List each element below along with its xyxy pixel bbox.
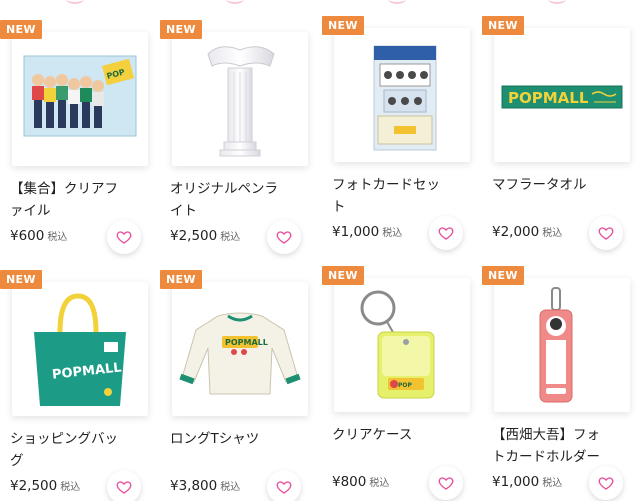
- tax-label: 税込: [369, 478, 390, 489]
- product-price: ¥3,800 税込: [170, 478, 240, 494]
- tax-label: 税込: [60, 482, 81, 493]
- heart-icon: [438, 477, 454, 490]
- new-badge: NEW: [482, 266, 524, 285]
- heart-icon: [598, 477, 614, 490]
- new-badge: NEW: [160, 270, 202, 289]
- product-name[interactable]: フォトカードセット: [332, 174, 450, 218]
- tax-label: 税込: [542, 478, 563, 489]
- favorite-button[interactable]: [267, 470, 301, 501]
- svg-text:POPMALL: POPMALL: [225, 338, 268, 347]
- price-value: ¥2,500: [170, 228, 218, 244]
- heart-icon: [116, 481, 132, 494]
- product-price: ¥2,500 税込: [10, 478, 80, 494]
- long-tshirt-image: POPMALL: [179, 312, 301, 395]
- product-price: ¥1,000 税込: [492, 474, 562, 490]
- product-name[interactable]: 【西畑大吾】フォトカードホルダー: [492, 424, 610, 468]
- clear-case-image: POP: [360, 290, 435, 399]
- product-thumbnail[interactable]: POP: [12, 32, 148, 166]
- shopping-bag-image: POPMALL: [34, 293, 126, 406]
- price-value: ¥800: [332, 474, 367, 490]
- heart-icon: [276, 231, 292, 244]
- favorite-button[interactable]: [589, 466, 623, 500]
- product-name[interactable]: ショッピングバッグ: [10, 428, 128, 472]
- heart-icon: [116, 231, 132, 244]
- product-name[interactable]: マフラータオル: [492, 174, 610, 196]
- heart-icon: [598, 227, 614, 240]
- product-name[interactable]: オリジナルペンライト: [170, 178, 288, 222]
- product-name[interactable]: ロングTシャツ: [170, 428, 288, 450]
- product-price: ¥1,000 税込: [332, 224, 402, 240]
- favorite-button[interactable]: [107, 470, 141, 501]
- towel-logo-text: POPMALL: [508, 89, 589, 107]
- heart-icon: [438, 227, 454, 240]
- favorite-button[interactable]: [429, 466, 463, 500]
- price-value: ¥2,500: [10, 478, 58, 494]
- product-name[interactable]: 【集合】クリアファイル: [10, 178, 128, 222]
- tax-label: 税込: [220, 482, 241, 493]
- tax-label: 税込: [382, 228, 403, 239]
- photocard-holder-image: [539, 287, 573, 403]
- product-thumbnail[interactable]: [334, 28, 470, 162]
- product-price: ¥800 税込: [332, 474, 389, 490]
- price-value: ¥1,000: [492, 474, 540, 490]
- photocard-set-image: [373, 45, 437, 151]
- price-value: ¥3,800: [170, 478, 218, 494]
- product-thumbnail[interactable]: POPMALL: [494, 28, 630, 162]
- product-name[interactable]: クリアケース: [332, 424, 450, 446]
- product-thumbnail[interactable]: POP: [334, 278, 470, 412]
- product-price: ¥600 税込: [10, 228, 67, 244]
- new-badge: NEW: [322, 266, 364, 285]
- tax-label: 税込: [542, 228, 563, 239]
- favorite-button[interactable]: [267, 220, 301, 254]
- product-thumbnail[interactable]: [172, 32, 308, 166]
- tax-label: 税込: [47, 232, 68, 243]
- favorite-button[interactable]: [429, 216, 463, 250]
- new-badge: NEW: [0, 20, 42, 39]
- heart-icon: [276, 481, 292, 494]
- product-thumbnail[interactable]: [494, 278, 630, 412]
- new-badge: NEW: [482, 16, 524, 35]
- product-price: ¥2,000 税込: [492, 224, 562, 240]
- product-thumbnail[interactable]: POPMALL: [172, 282, 308, 416]
- tax-label: 税込: [220, 232, 241, 243]
- muffler-towel-image: POPMALL: [501, 85, 623, 109]
- price-value: ¥600: [10, 228, 45, 244]
- previous-row-edge: [0, 0, 640, 8]
- price-value: ¥1,000: [332, 224, 380, 240]
- price-value: ¥2,000: [492, 224, 540, 240]
- product-thumbnail[interactable]: POPMALL: [12, 282, 148, 416]
- clear-file-image: POP: [23, 55, 137, 137]
- svg-text:POP: POP: [398, 382, 412, 389]
- new-badge: NEW: [0, 270, 42, 289]
- new-badge: NEW: [160, 20, 202, 39]
- product-price: ¥2,500 税込: [170, 228, 240, 244]
- new-badge: NEW: [322, 16, 364, 35]
- favorite-button[interactable]: [107, 220, 141, 254]
- favorite-button[interactable]: [589, 216, 623, 250]
- penlight-image: [207, 46, 275, 157]
